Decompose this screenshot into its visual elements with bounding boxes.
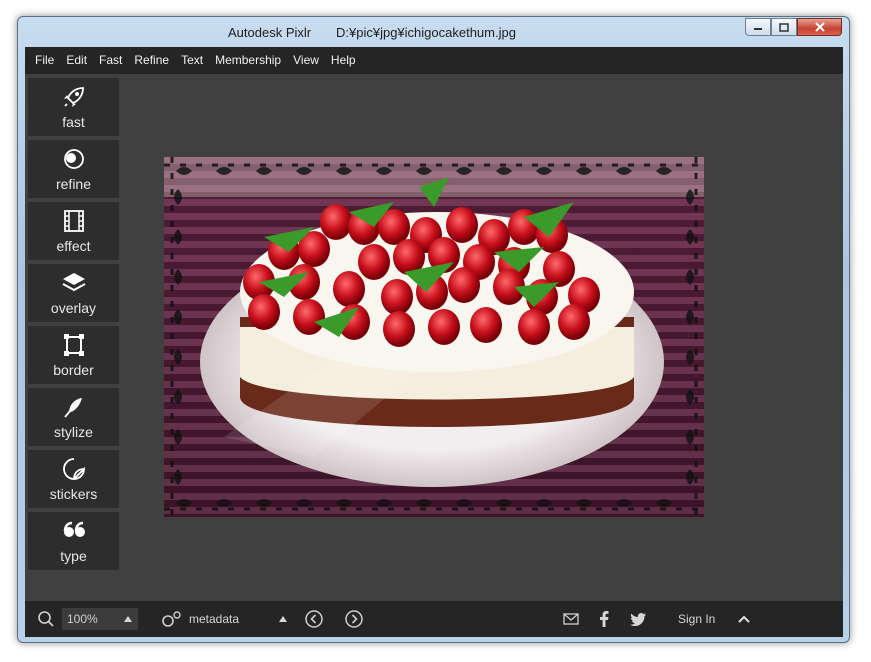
menu-file[interactable]: File (29, 47, 60, 74)
caret-up-icon (124, 616, 132, 622)
tool-refine[interactable]: refine (28, 140, 119, 198)
raspberry (518, 309, 550, 345)
cake-photo (164, 157, 704, 517)
tool-stickers-label: stickers (49, 486, 98, 502)
caret-up-small-icon (279, 616, 287, 622)
title-bar[interactable]: Autodesk Pixlr D:¥pic¥jpg¥ichigocakethum… (18, 17, 849, 47)
menu-text[interactable]: Text (175, 47, 209, 74)
raspberry (333, 271, 365, 307)
raspberry (248, 294, 280, 330)
maximize-icon (779, 22, 789, 32)
tool-fast[interactable]: fast (28, 78, 119, 136)
zoom-value: 100% (67, 612, 98, 626)
raspberry (293, 299, 325, 335)
email-button[interactable] (563, 601, 579, 637)
window-file-path: D:¥pic¥jpg¥ichigocakethum.jpg (336, 25, 516, 40)
raspberry (446, 207, 478, 243)
menu-bar: File Edit Fast Refine Text Membership Vi… (25, 47, 843, 74)
tool-fast-label: fast (62, 114, 85, 130)
metadata-icon (162, 611, 181, 627)
minimize-icon (754, 28, 762, 30)
tool-effect-label: effect (56, 238, 91, 254)
metadata-label: metadata (189, 612, 240, 626)
previous-button[interactable] (304, 601, 324, 637)
tool-overlay[interactable]: overlay (28, 264, 119, 322)
app-window: Autodesk Pixlr D:¥pic¥jpg¥ichigocakethum… (17, 16, 850, 643)
rocket-icon (60, 83, 88, 111)
quote-icon (60, 517, 88, 545)
menu-fast[interactable]: Fast (93, 47, 128, 74)
tool-overlay-label: overlay (50, 300, 97, 316)
chevron-left-circle-icon (305, 610, 323, 628)
maximize-button[interactable] (771, 18, 797, 36)
status-bar: 100% metadata Sign In (25, 601, 843, 637)
chevron-up-icon (738, 615, 750, 623)
tool-stickers[interactable]: stickers (28, 450, 119, 508)
tool-border-label: border (53, 362, 94, 378)
refine-icon (60, 145, 88, 173)
raspberry (448, 267, 480, 303)
metadata-button[interactable]: metadata (161, 601, 239, 637)
expand-panel-button[interactable] (738, 601, 750, 637)
sign-in-link[interactable]: Sign In (678, 612, 715, 626)
raspberry (358, 244, 390, 280)
twitter-icon (630, 612, 646, 626)
tool-effect[interactable]: effect (28, 202, 119, 260)
tool-stylize-label: stylize (54, 424, 93, 440)
image-canvas[interactable] (164, 157, 704, 517)
raspberry (383, 311, 415, 347)
tool-stylize[interactable]: stylize (28, 388, 119, 446)
zoom-select[interactable]: 100% (62, 608, 138, 630)
film-icon (60, 207, 88, 235)
raspberry (320, 204, 352, 240)
facebook-icon (600, 611, 609, 627)
mail-icon (563, 613, 579, 625)
twitter-button[interactable] (630, 601, 646, 637)
close-button[interactable] (797, 18, 842, 36)
sticker-icon (60, 455, 88, 483)
menu-view[interactable]: View (287, 47, 325, 74)
zoom-icon-wrap[interactable] (37, 601, 55, 637)
zoom-icon (38, 611, 54, 627)
minimize-button[interactable] (745, 18, 771, 36)
menu-refine[interactable]: Refine (128, 47, 175, 74)
tool-refine-label: refine (55, 176, 92, 192)
frame-icon (60, 331, 88, 359)
raspberry (470, 307, 502, 343)
raspberry (428, 309, 460, 345)
metadata-toggle[interactable] (279, 601, 287, 637)
tool-type[interactable]: type (28, 512, 119, 570)
feather-icon (60, 393, 88, 421)
window-controls (745, 18, 842, 36)
menu-help[interactable]: Help (325, 47, 362, 74)
facebook-button[interactable] (599, 601, 609, 637)
chevron-right-circle-icon (345, 610, 363, 628)
menu-edit[interactable]: Edit (60, 47, 93, 74)
raspberry (381, 279, 413, 315)
tool-sidebar: fast refine effect overlay border styliz… (28, 78, 120, 574)
layers-icon (60, 269, 88, 297)
raspberry (558, 304, 590, 340)
app-client-area: File Edit Fast Refine Text Membership Vi… (25, 47, 843, 637)
tool-type-label: type (60, 548, 87, 564)
next-button[interactable] (344, 601, 364, 637)
menu-membership[interactable]: Membership (209, 47, 287, 74)
tool-border[interactable]: border (28, 326, 119, 384)
close-icon (814, 22, 825, 32)
window-title: Autodesk Pixlr (228, 25, 312, 40)
